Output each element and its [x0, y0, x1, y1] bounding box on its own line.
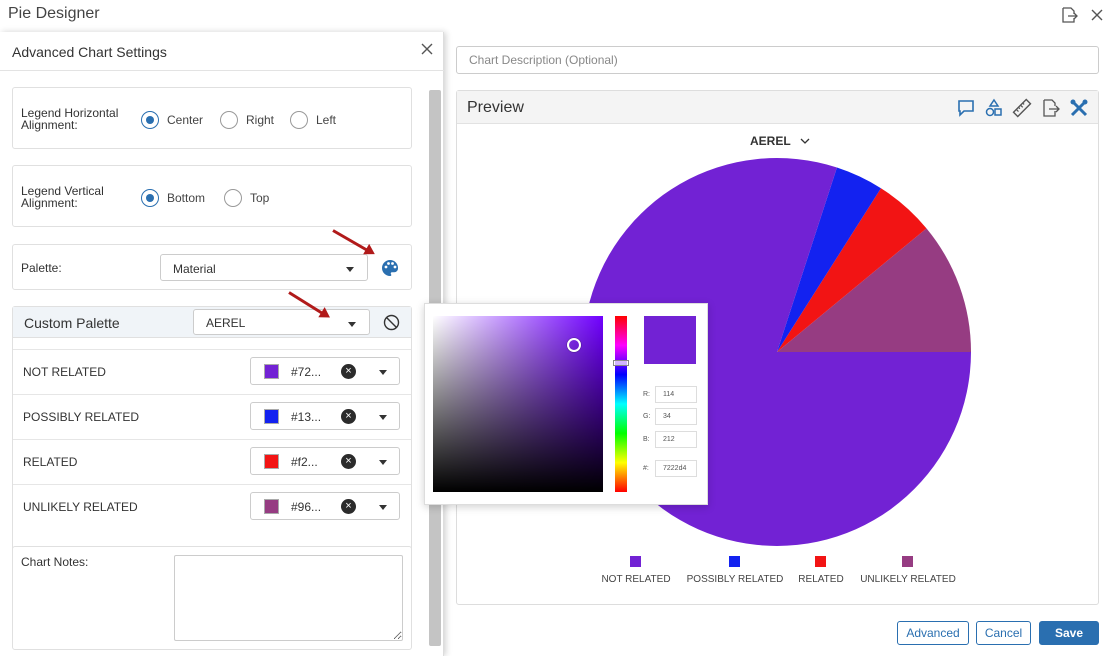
palette-row-label: POSSIBLY RELATED	[23, 410, 140, 424]
radio-center[interactable]	[141, 111, 159, 129]
color-hex: #96...	[291, 500, 322, 514]
custom-palette-header: Custom Palette AEREL	[13, 307, 411, 338]
row-divider	[13, 394, 411, 395]
color-select-related[interactable]: #f2... ×	[250, 447, 400, 475]
radio-center-label: Center	[167, 113, 204, 127]
app-title: Pie Designer	[8, 5, 100, 22]
radio-bottom-label: Bottom	[167, 191, 206, 205]
color-swatch	[264, 454, 279, 469]
clear-icon[interactable]: ×	[341, 499, 356, 514]
custom-palette-select[interactable]: AEREL	[193, 309, 370, 335]
legend-label[interactable]: UNLIKELY RELATED	[860, 574, 956, 585]
legend-label[interactable]: NOT RELATED	[601, 574, 670, 585]
legend-swatch	[902, 556, 913, 567]
caret-down-icon	[379, 460, 387, 465]
close-icon[interactable]	[1088, 6, 1106, 24]
legend-vertical-card: Legend Vertical Alignment: Bottom Top	[12, 165, 412, 227]
b-input[interactable]: 212	[655, 431, 697, 448]
row-divider	[13, 484, 411, 485]
color-swatch	[264, 409, 279, 424]
hue-handle[interactable]	[613, 360, 629, 366]
palette-select-value: Material	[173, 262, 216, 276]
advanced-settings-panel: Advanced Chart Settings Legend Horizonta…	[0, 32, 444, 656]
panel-title: Advanced Chart Settings	[12, 44, 167, 60]
clear-icon[interactable]: ×	[341, 364, 356, 379]
r-input[interactable]: 114	[655, 386, 697, 403]
custom-palette-title: Custom Palette	[24, 315, 120, 331]
color-hex: #13...	[291, 410, 322, 424]
chart-notes-textarea[interactable]	[174, 555, 403, 641]
caret-down-icon	[379, 370, 387, 375]
color-select-possibly-related[interactable]: #13... ×	[250, 402, 400, 430]
palette-icon[interactable]	[380, 258, 400, 278]
hue-slider[interactable]	[615, 316, 627, 492]
row-divider	[13, 439, 411, 440]
radio-right-label: Right	[246, 113, 275, 127]
panel-header: Advanced Chart Settings	[0, 32, 444, 71]
hex-input[interactable]: 7222d4	[655, 460, 697, 477]
chart-notes-card: Chart Notes:	[12, 546, 412, 650]
close-icon[interactable]	[418, 41, 436, 59]
legend-horizontal-label: Legend Horizontal Alignment:	[21, 106, 119, 132]
save-button[interactable]: Save	[1039, 621, 1099, 645]
color-swatch	[264, 364, 279, 379]
color-hex: #f2...	[291, 455, 318, 469]
caret-down-icon	[346, 267, 354, 272]
b-label: B:	[643, 436, 650, 443]
caret-down-icon	[348, 322, 356, 327]
row-divider	[13, 349, 411, 350]
legend-horizontal-card: Legend Horizontal Alignment: Center Righ…	[12, 87, 412, 149]
color-picker-popup: R: 114 G: 34 B: 212 #: 7222d4	[424, 303, 708, 505]
reset-palette-icon[interactable]	[383, 314, 400, 331]
g-label: G:	[643, 413, 651, 420]
color-hex: #72...	[291, 365, 322, 379]
export-icon[interactable]	[1060, 6, 1078, 24]
cancel-button[interactable]: Cancel	[976, 621, 1031, 645]
legend-swatch	[815, 556, 826, 567]
palette-row-label: UNLIKELY RELATED	[23, 500, 138, 514]
radio-left-label: Left	[316, 113, 337, 127]
custom-palette-card: Custom Palette AEREL NOT RELATED #72... …	[12, 306, 412, 561]
palette-row-label: NOT RELATED	[23, 365, 106, 379]
radio-bottom[interactable]	[141, 189, 159, 207]
palette-row-label: RELATED	[23, 455, 78, 469]
clear-icon[interactable]: ×	[341, 409, 356, 424]
radio-top-label: Top	[250, 191, 270, 205]
radio-top[interactable]	[224, 189, 242, 207]
palette-select[interactable]: Material	[160, 254, 368, 281]
palette-label: Palette:	[21, 261, 62, 275]
color-swatch	[264, 499, 279, 514]
r-label: R:	[643, 391, 650, 398]
custom-palette-select-value: AEREL	[206, 316, 246, 330]
saturation-handle[interactable]	[567, 338, 581, 352]
color-select-unlikely-related[interactable]: #96... ×	[250, 492, 400, 520]
color-select-not-related[interactable]: #72... ×	[250, 357, 400, 385]
hex-label: #:	[643, 465, 649, 472]
legend-label[interactable]: POSSIBLY RELATED	[687, 574, 784, 585]
chart-description-input[interactable]	[456, 46, 1099, 74]
palette-card: Palette: Material	[12, 244, 412, 290]
advanced-button[interactable]: Advanced	[897, 621, 969, 645]
clear-icon[interactable]: ×	[341, 454, 356, 469]
g-input[interactable]: 34	[655, 408, 697, 425]
legend-label[interactable]: RELATED	[798, 574, 843, 585]
color-preview-swatch	[644, 316, 696, 364]
legend-swatch	[729, 556, 740, 567]
chart-notes-label: Chart Notes:	[21, 555, 89, 569]
legend-vertical-label: Legend Vertical Alignment:	[21, 184, 104, 210]
legend-swatch	[630, 556, 641, 567]
radio-left[interactable]	[290, 111, 308, 129]
radio-right[interactable]	[220, 111, 238, 129]
caret-down-icon	[379, 505, 387, 510]
caret-down-icon	[379, 415, 387, 420]
